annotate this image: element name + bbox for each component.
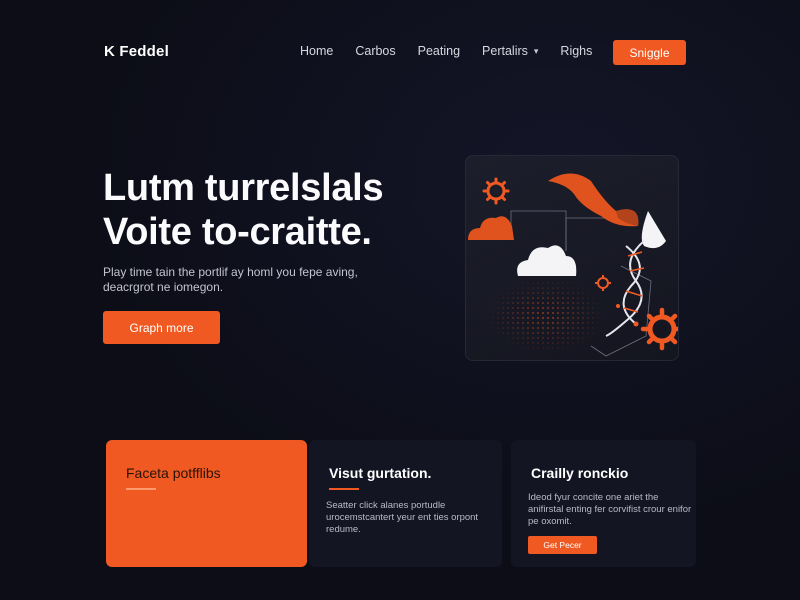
nav-item-pertalirs[interactable]: Pertalirs ▾: [482, 44, 538, 58]
hero-title-line-2: Voite to-craitte.: [103, 211, 372, 253]
illustration-svg: [468, 173, 678, 360]
connector-line: [510, 210, 567, 251]
feature-card-1[interactable]: Faceta potfflibs: [106, 440, 307, 567]
card-body: Seatter click alanes portudle urocemstca…: [326, 500, 479, 535]
feature-card-3[interactable]: Crailly ronckio Ideod fyur concite one a…: [511, 440, 696, 567]
card-body: Ideod fyur concite one ariet the anifirs…: [528, 492, 692, 527]
header-cta-button[interactable]: Sniggle: [613, 40, 686, 65]
connector-line: [565, 217, 606, 251]
nav-item-home[interactable]: Home: [300, 44, 333, 58]
cloud-icon: [517, 245, 577, 276]
accent-dot: [633, 321, 639, 327]
card-divider: [329, 488, 359, 490]
hero-subtitle-line-1: Play time tain the portlif ay homl you f…: [103, 265, 358, 279]
card-title: Faceta potfflibs: [126, 465, 221, 481]
hero-subtitle: Play time tain the portlif ay homl you f…: [103, 265, 383, 295]
nav-label: Pertalirs: [482, 44, 528, 58]
nav-item-peating[interactable]: Peating: [418, 44, 460, 58]
card-title: Crailly ronckio: [531, 465, 629, 481]
gear-icon: [482, 177, 510, 205]
hero-title-line-1: Lutm turrelslals: [103, 167, 384, 209]
card-title: Visut gurtation.: [329, 465, 432, 481]
nav-item-carbos[interactable]: Carbos: [355, 44, 395, 58]
nav-item-righs[interactable]: Righs: [560, 44, 592, 58]
gear-icon: [640, 307, 678, 351]
hero-cta-button[interactable]: Graph more: [103, 311, 220, 344]
card-button[interactable]: Get Pecer: [528, 536, 597, 554]
nav-label: Home: [300, 44, 334, 58]
card-divider: [126, 488, 156, 490]
main-nav: Home Carbos Peating Pertalirs ▾ Righs: [300, 44, 592, 58]
nav-label: Carbos: [355, 44, 396, 58]
cloud-icon: [468, 216, 514, 240]
nav-label: Righs: [560, 44, 593, 58]
accent-dot: [616, 304, 620, 308]
cursor-arrow-icon: [641, 211, 666, 249]
dot-pattern: [476, 266, 616, 360]
chevron-down-icon: ▾: [533, 45, 539, 56]
nav-label: Peating: [417, 44, 461, 58]
landing-page: K Feddel Home Carbos Peating Pertalirs ▾ …: [0, 0, 800, 600]
hero-title: Lutm turrelslals Voite to-craitte.: [103, 166, 384, 254]
hero-subtitle-line-2: deacrgrot ne iomegon.: [103, 280, 224, 294]
brand-logo[interactable]: K Feddel: [104, 43, 169, 60]
hero-illustration: [465, 155, 679, 361]
feature-card-2[interactable]: Visut gurtation. Seatter click alanes po…: [309, 440, 502, 567]
